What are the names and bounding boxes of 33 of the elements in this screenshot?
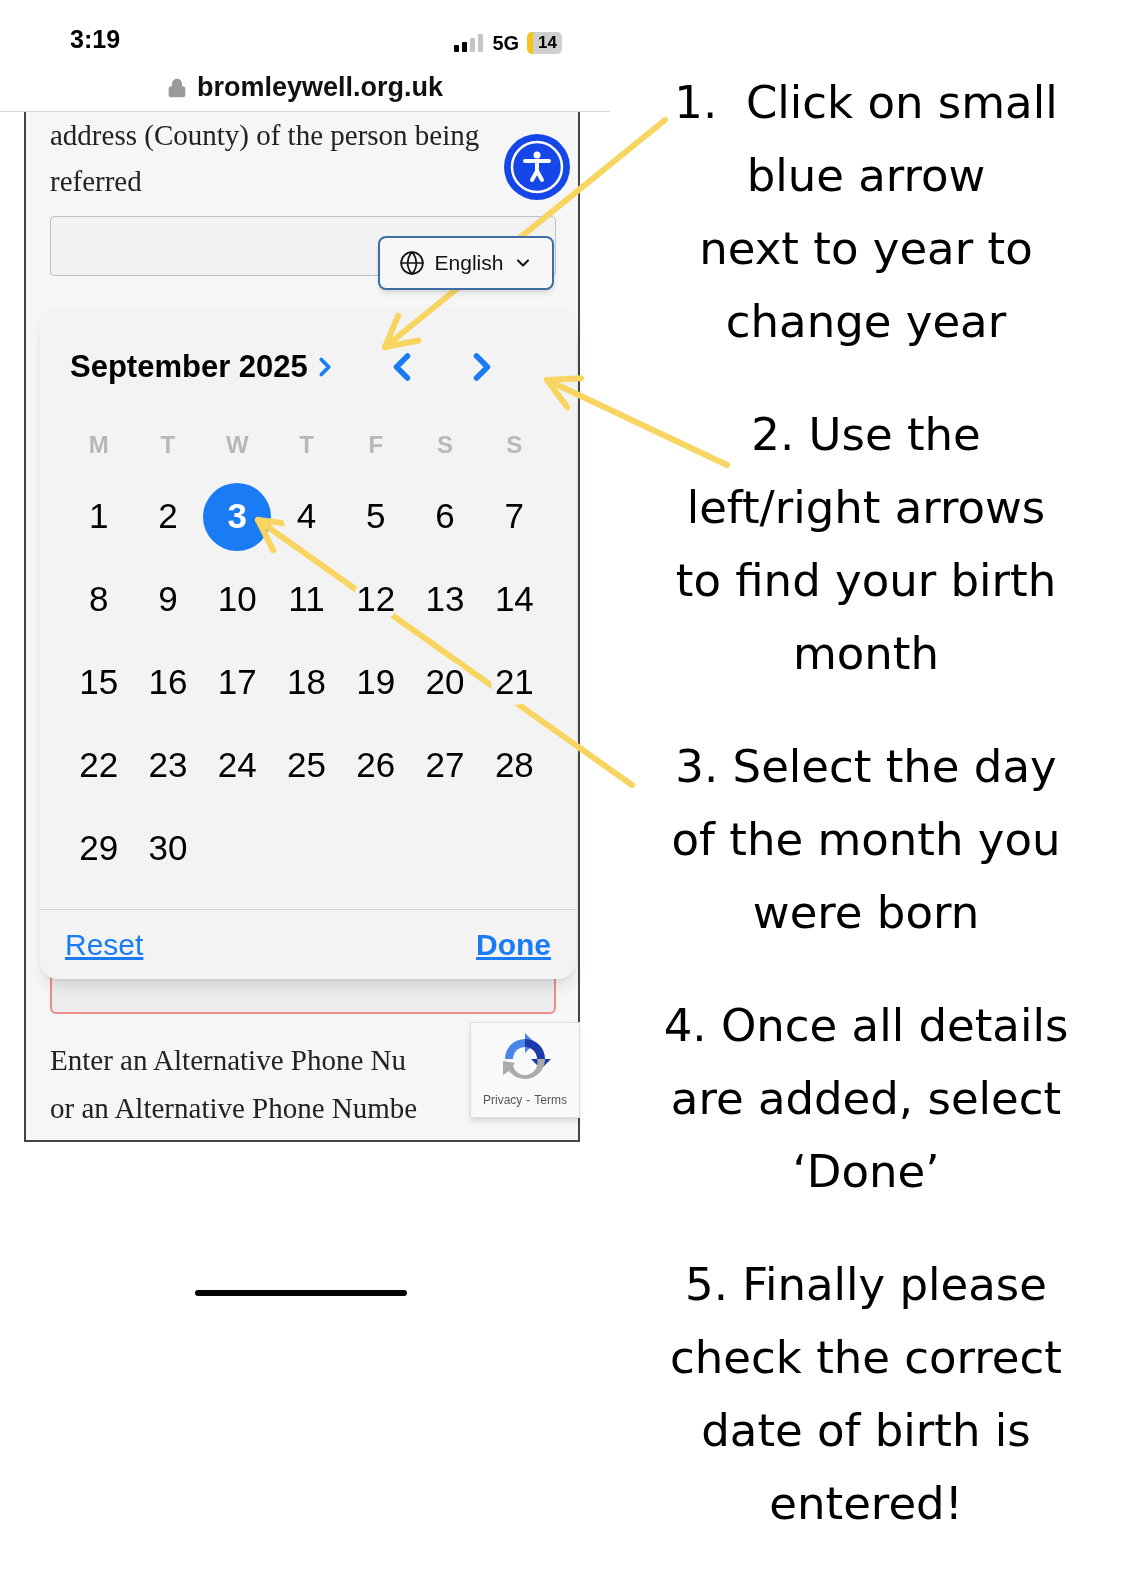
day-button[interactable]: 3	[203, 482, 272, 551]
field-label-text: Enter an Alternative Phone Nu	[50, 1043, 406, 1078]
weekday-label: T	[299, 430, 314, 460]
month-year-title: September 2025	[70, 347, 308, 386]
instruction-step: 4. Once all details are added, select ‘Done’	[610, 989, 1122, 1208]
privacy-link[interactable]: Privacy	[483, 1091, 523, 1109]
weekday-label: W	[225, 430, 249, 460]
status-time: 3:19	[70, 23, 121, 55]
globe-icon	[398, 250, 425, 276]
reset-link[interactable]: Reset	[65, 922, 144, 967]
url-text[interactable]: bromleywell.org.uk	[196, 67, 444, 108]
instruction-step: 1. Click on small blue arrow next to year to change year	[610, 66, 1122, 358]
terms-link[interactable]: Terms	[534, 1091, 567, 1109]
language-menu[interactable]: English	[378, 236, 554, 290]
battery-indicator: 14	[527, 32, 562, 54]
instruction-step: 3. Select the day of the month you were born	[610, 730, 1122, 949]
done-link[interactable]: Done	[476, 922, 551, 967]
instruction-step: 5. Finally please check the correct date of birth is entered!	[610, 1248, 1122, 1540]
question-text: address (County) of the person being	[50, 118, 480, 153]
weekday-label: T	[160, 430, 176, 460]
network-label: 5G	[492, 31, 520, 56]
weekday-label: S	[437, 430, 454, 460]
signal-icon	[454, 34, 485, 52]
question-text: referred	[50, 164, 142, 199]
recaptcha-badge[interactable]: Privacy - Terms	[470, 1022, 580, 1118]
weekday-label: M	[88, 430, 109, 460]
lock-icon	[166, 77, 187, 98]
field-label-text: or an Alternative Phone Numbe	[50, 1091, 418, 1126]
weekday-label: S	[506, 430, 523, 460]
weekday-label: F	[368, 430, 384, 460]
instruction-step: 2. Use the left/right arrows to find your birth month	[610, 398, 1122, 690]
separator-text: -	[526, 1092, 531, 1109]
accessibility-icon	[510, 140, 564, 194]
